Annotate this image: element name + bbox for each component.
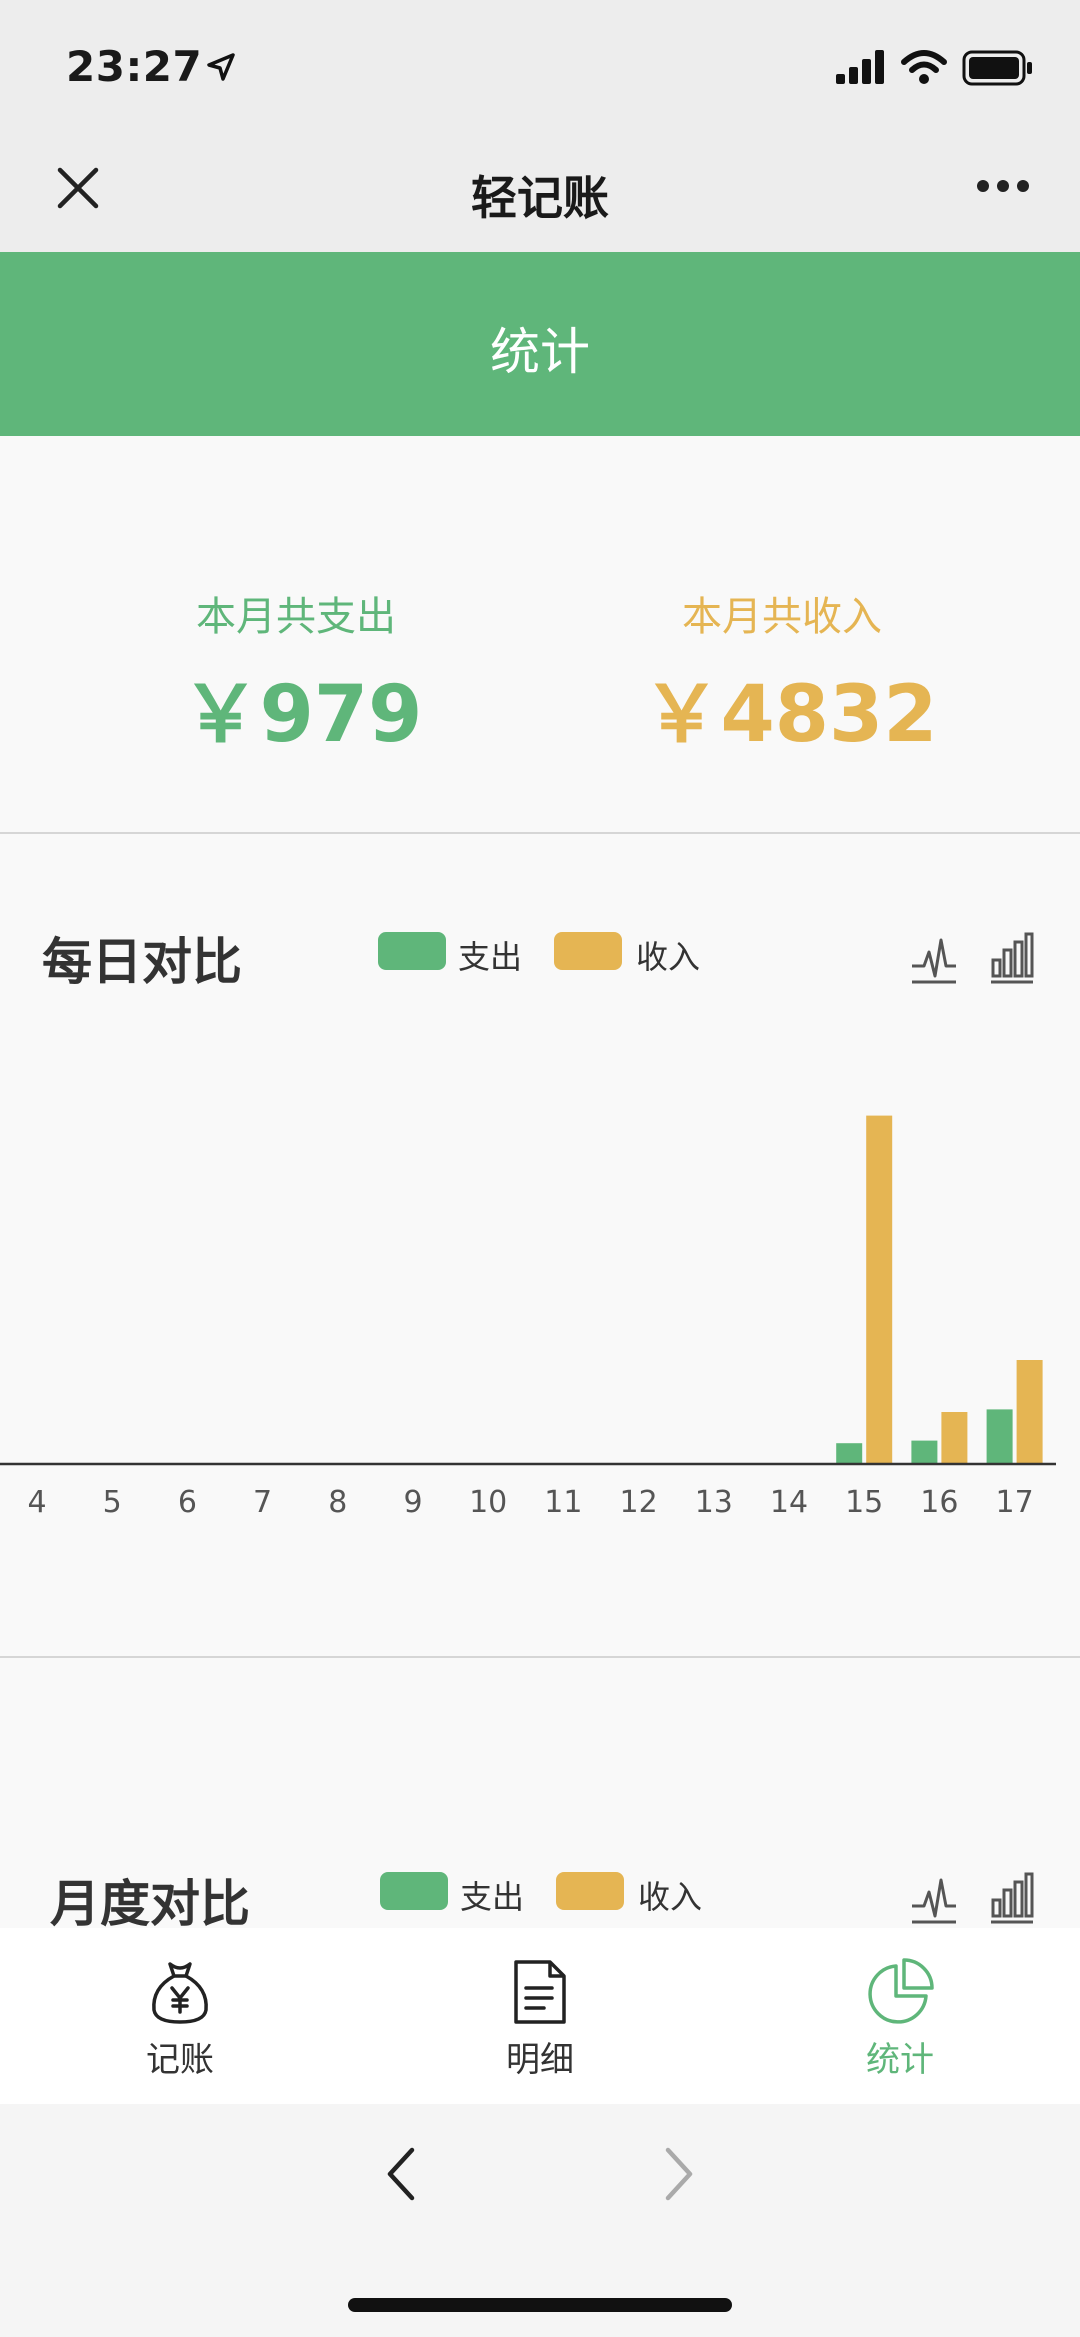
- legend-expense-label: 支出: [460, 1878, 525, 1916]
- tab-statistics-label: 统计: [866, 2040, 934, 2080]
- document-icon: [514, 1960, 566, 2024]
- x-tick-label: 7: [253, 1485, 272, 1520]
- legend-income-label: 收入: [636, 938, 701, 976]
- legend-expense-label: 支出: [458, 938, 523, 976]
- forward-arrow-icon[interactable]: [662, 2146, 696, 2202]
- wifi-icon: [901, 50, 947, 84]
- line-chart-toggle-icon[interactable]: [910, 1872, 958, 1924]
- header-title: 统计: [490, 323, 590, 381]
- location-arrow-icon: [207, 53, 235, 81]
- x-tick-label: 9: [403, 1485, 422, 1520]
- x-tick-label: 6: [178, 1485, 197, 1520]
- income-total-value: ￥4832: [642, 670, 938, 760]
- x-tick-label: 16: [920, 1485, 958, 1520]
- more-icon[interactable]: [976, 178, 1030, 194]
- monthly-chart-title: 月度对比: [50, 1875, 250, 1933]
- bar-expense-17: [986, 1409, 1013, 1464]
- x-tick-label: 10: [469, 1485, 507, 1520]
- tab-details-label: 明细: [506, 2040, 574, 2080]
- page-title: 轻记账: [471, 171, 609, 225]
- tab-statistics[interactable]: 统计: [750, 1928, 1050, 2104]
- daily-chart-title: 每日对比: [42, 933, 242, 991]
- divider: [0, 832, 1080, 834]
- x-tick-label: 4: [27, 1485, 46, 1520]
- bar-chart-toggle-icon[interactable]: [990, 1872, 1034, 1924]
- bar-expense-16: [911, 1440, 938, 1464]
- pie-chart-icon: [868, 1958, 934, 2024]
- legend-expense-swatch: [378, 932, 446, 970]
- daily-bar-chart: 4 5 6 7 8 9 10 11 12 13 14 15 16 17: [0, 1115, 1056, 1520]
- bar-income-17: [1016, 1360, 1043, 1464]
- line-chart-toggle-icon[interactable]: [910, 932, 958, 984]
- money-bag-icon: [152, 1962, 208, 2024]
- x-tick-label: 13: [695, 1485, 733, 1520]
- x-tick-label: 12: [620, 1485, 658, 1520]
- x-tick-label: 5: [103, 1485, 122, 1520]
- x-tick-label: 14: [770, 1485, 808, 1520]
- bar-income-15: [866, 1115, 893, 1464]
- status-time: 23:27: [66, 42, 203, 91]
- bar-expense-15: [836, 1443, 863, 1464]
- divider: [0, 1656, 1080, 1658]
- bar-chart-toggle-icon[interactable]: [990, 932, 1034, 984]
- legend-income-swatch: [554, 932, 622, 970]
- home-indicator: [348, 2298, 732, 2312]
- bar-income-16: [941, 1412, 968, 1464]
- signal-icon: [836, 50, 884, 84]
- tab-record-label: 记账: [146, 2040, 214, 2080]
- expense-total-value: ￥979: [181, 670, 423, 760]
- tab-details[interactable]: 明细: [390, 1928, 690, 2104]
- battery-icon: [962, 50, 1032, 86]
- x-tick-label: 17: [996, 1485, 1034, 1520]
- legend-income-label: 收入: [638, 1878, 703, 1916]
- expense-total-label: 本月共支出: [196, 594, 396, 640]
- legend-income-swatch: [556, 1872, 624, 1910]
- tab-record[interactable]: 记账: [30, 1928, 330, 2104]
- x-tick-label: 15: [845, 1485, 883, 1520]
- x-tick-label: 8: [328, 1485, 347, 1520]
- legend-expense-swatch: [380, 1872, 448, 1910]
- back-arrow-icon[interactable]: [384, 2146, 418, 2202]
- x-tick-label: 11: [544, 1485, 582, 1520]
- income-total-label: 本月共收入: [682, 594, 882, 640]
